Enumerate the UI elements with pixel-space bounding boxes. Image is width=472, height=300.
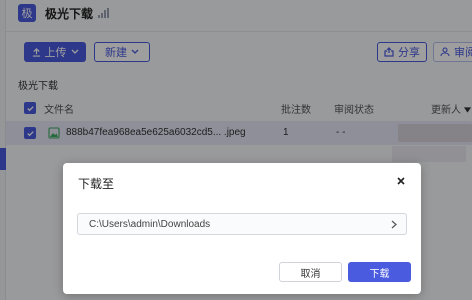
download-button[interactable]: 下载: [348, 262, 411, 282]
dialog-title: 下载至: [78, 177, 115, 191]
close-icon[interactable]: [395, 175, 407, 187]
cancel-button[interactable]: 取消: [279, 262, 342, 282]
download-path-field[interactable]: C:\Users\admin\Downloads: [77, 213, 407, 235]
chevron-right-icon[interactable]: [390, 220, 398, 229]
download-dialog: 下载至 C:\Users\admin\Downloads 取消 下载: [63, 163, 421, 294]
download-path-value: C:\Users\admin\Downloads: [89, 219, 211, 230]
